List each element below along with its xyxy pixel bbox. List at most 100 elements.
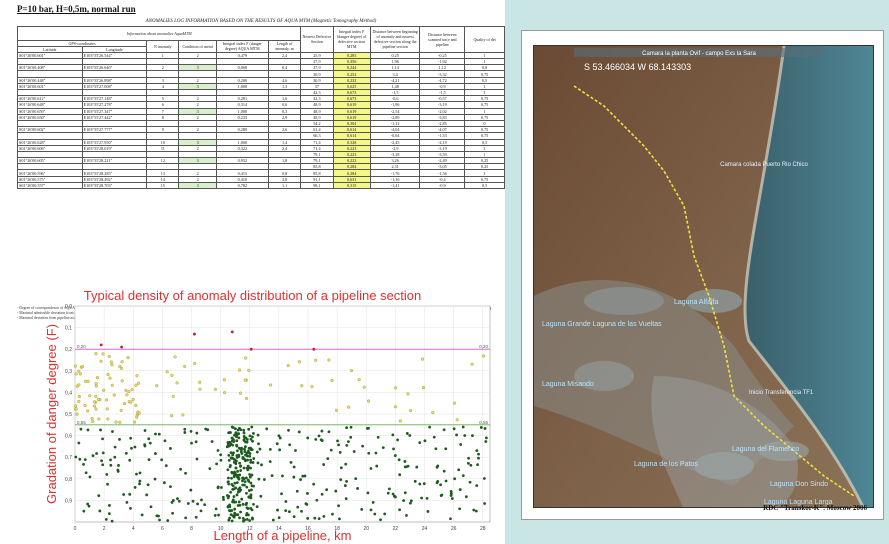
data-point [147,458,151,462]
data-point [191,499,195,503]
data-point [119,408,123,412]
data-point [422,482,426,486]
data-point [169,485,172,489]
data-point [305,492,309,495]
data-point [292,515,296,518]
data-point [222,498,225,501]
data-point [214,507,218,511]
data-point [269,383,273,387]
group-header: Information about anomalies AquaMTM [16,25,302,41]
data-point [245,491,248,495]
data-point [367,399,371,403]
anomalies-log-table: ANOMALIES LOG INFORMATION BASED ON THE R… [16,18,505,190]
data-point [484,436,488,440]
data-point [360,508,364,511]
data-point [338,451,342,454]
data-point [373,512,377,516]
data-point [94,352,98,356]
data-point [249,448,253,452]
data-point [189,488,193,492]
map-frame: Camara la planta Ovif - campo Exs la Sar… [521,30,884,520]
y-tick-label: 0,2 [65,347,72,353]
data-point [116,469,120,473]
data-point [388,487,391,491]
data-point [194,515,198,519]
data-point [255,450,259,454]
data-point [345,444,349,447]
data-point [418,441,422,445]
data-point [357,378,361,382]
data-point [84,379,88,383]
data-point [241,502,245,506]
data-point [227,453,231,457]
data-point [74,455,78,459]
data-point [189,429,193,433]
data-point [129,506,132,510]
x-axis-label: Length of a pipeline, km [213,528,351,543]
data-point [237,500,241,504]
data-point [226,441,230,444]
data-point [306,436,310,440]
data-point [452,401,457,405]
data-point [109,458,112,462]
data-point [471,434,474,438]
data-point [265,427,269,431]
data-point [125,500,129,504]
data-point [403,465,407,469]
data-point [130,446,133,450]
data-point [330,379,334,383]
data-point [300,509,303,513]
data-point [86,502,90,506]
data-point [246,478,250,482]
data-point [90,416,94,420]
x-tick-label: 2 [103,526,106,532]
map-label: Laguna Misando [542,381,594,388]
data-point [470,362,474,366]
data-point [425,496,429,500]
data-point [260,463,263,467]
data-point [337,443,341,447]
table-body: S01°26'00.601" E103°55'26.544" 1 2 0,479 2,4 2… [17,51,505,190]
run-title: P=10 bar, H=0,5m, normal run [17,4,136,14]
data-point [226,468,230,472]
data-point [127,390,131,394]
data-point [227,458,231,462]
data-point [249,466,252,470]
data-point [242,466,246,470]
col-f: Integral index F (danger degree) AQUA MT… [215,39,269,53]
table-cell: E103°55'28.703" [81,181,148,190]
data-point [226,480,230,484]
data-point [114,420,118,424]
data-point [367,451,371,455]
data-point [338,517,341,521]
data-point [105,398,109,402]
data-point [440,493,444,497]
data-point [125,393,129,397]
col-scanned: Distance between scanned trace and pipel… [419,25,466,53]
data-point [243,378,247,382]
map-label: Camara colada Puerto Rio Chico [720,162,808,168]
y-tick-label: 0,6 [65,434,72,440]
data-point [94,384,98,388]
data-point [228,516,232,520]
data-point [158,518,161,522]
data-point [248,519,252,522]
table-cell: 0,5 [464,181,505,190]
data-point [455,433,458,437]
data-point [325,488,329,492]
data-point [232,514,236,518]
data-point [403,491,407,495]
x-tick-label: 22 [393,526,399,532]
data-point [426,510,430,513]
data-point [396,438,399,442]
data-point [301,474,305,478]
data-point [287,510,291,514]
data-point [77,441,81,445]
data-point [230,456,234,460]
data-point [432,435,436,439]
data-point [219,453,223,457]
data-point [231,500,235,504]
data-point [236,469,239,473]
map-label: Laguna del Flamenco [732,446,799,453]
data-point [84,471,88,475]
